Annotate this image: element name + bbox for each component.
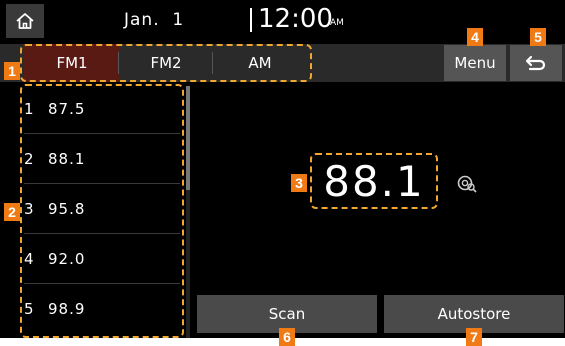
callout-label-3: 3 bbox=[291, 174, 307, 192]
home-icon bbox=[16, 13, 34, 29]
callout-label-7: 7 bbox=[466, 328, 482, 346]
callout-label-1: 1 bbox=[4, 62, 20, 80]
preset-item[interactable]: 4 92.0 bbox=[24, 234, 180, 284]
callout-label-2: 2 bbox=[4, 203, 20, 221]
ampm-indicator: AM bbox=[330, 18, 344, 28]
preset-frequency: 98.9 bbox=[48, 300, 86, 318]
date-display: Jan. 1 bbox=[124, 10, 185, 30]
current-frequency: 88.1 bbox=[323, 156, 425, 206]
tab-fm2[interactable]: FM2 bbox=[118, 44, 214, 82]
preset-frequency: 92.0 bbox=[48, 249, 86, 268]
tab-fm1[interactable]: FM1 bbox=[24, 44, 120, 82]
preset-number: 2 bbox=[24, 149, 34, 168]
preset-frequency: 88.1 bbox=[48, 149, 86, 168]
preset-number: 1 bbox=[24, 99, 34, 118]
callout-label-5: 5 bbox=[530, 28, 546, 46]
menu-button[interactable]: Menu bbox=[444, 45, 506, 81]
tab-am[interactable]: AM bbox=[212, 44, 308, 82]
back-arrow-icon bbox=[525, 55, 546, 71]
preset-number: 4 bbox=[24, 249, 34, 268]
preset-frequency: 95.8 bbox=[48, 199, 86, 218]
time-display: 12:00 bbox=[258, 4, 333, 34]
callout-label-6: 6 bbox=[279, 328, 295, 346]
preset-item[interactable]: 1 87.5 bbox=[24, 84, 180, 134]
preset-item[interactable]: 5 98.9 bbox=[24, 284, 180, 334]
back-button[interactable] bbox=[510, 45, 562, 81]
callout-label-4: 4 bbox=[467, 28, 483, 46]
clock-divider bbox=[250, 8, 252, 32]
preset-number: 3 bbox=[24, 199, 34, 218]
scrollbar-thumb[interactable] bbox=[186, 86, 190, 190]
preset-item[interactable]: 2 88.1 bbox=[24, 134, 180, 184]
home-button[interactable] bbox=[6, 4, 44, 38]
preset-item[interactable]: 3 95.8 bbox=[24, 184, 180, 234]
preset-frequency: 87.5 bbox=[48, 99, 86, 118]
preset-number: 5 bbox=[24, 300, 34, 318]
radio-screen: Jan. 1 12:00 AM FM1 FM2 AM Menu 1 87.5 2… bbox=[0, 0, 565, 338]
hd-radio-icon bbox=[457, 175, 477, 193]
preset-list: 1 87.5 2 88.1 3 95.8 4 92.0 5 98.9 bbox=[20, 84, 188, 338]
